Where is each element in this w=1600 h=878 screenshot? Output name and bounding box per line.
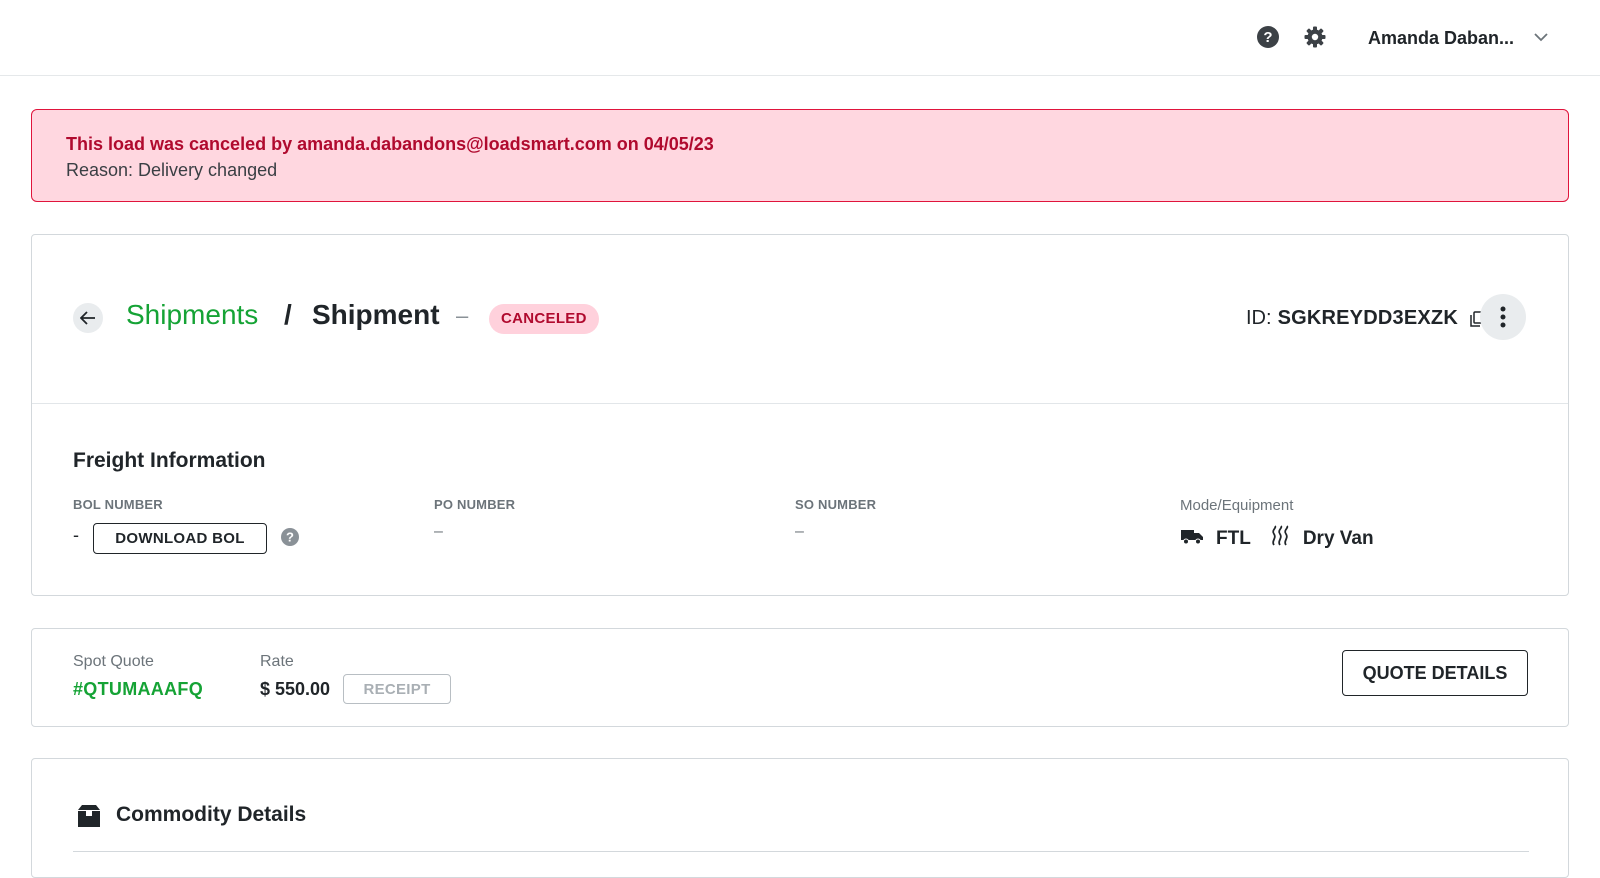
mode-equipment-label: Mode/Equipment bbox=[1180, 497, 1294, 514]
kebab-menu-icon bbox=[1500, 306, 1506, 328]
po-label: PO NUMBER bbox=[434, 497, 516, 512]
id-value: SGKREYDD3EXZK bbox=[1277, 307, 1458, 329]
po-value: – bbox=[434, 523, 443, 540]
quote-card: Spot Quote #QTUMAAAFQ Rate $ 550.00 RECE… bbox=[31, 628, 1569, 727]
mode-equipment-value: FTL Dry Van bbox=[1180, 525, 1374, 553]
commodity-details-title: Commodity Details bbox=[116, 803, 307, 826]
truck-icon bbox=[1180, 527, 1204, 551]
download-bol-button[interactable]: DOWNLOAD BOL bbox=[93, 523, 267, 554]
back-button[interactable] bbox=[73, 303, 103, 333]
so-label: SO NUMBER bbox=[795, 497, 877, 512]
user-menu[interactable]: Amanda Daban... bbox=[1368, 24, 1548, 52]
status-badge: CANCELED bbox=[489, 304, 599, 334]
help-circle-icon[interactable]: ? bbox=[1256, 25, 1280, 49]
title-dash: – bbox=[456, 303, 469, 328]
shipment-header: Shipments / Shipment – CANCELED ID: SGKR… bbox=[32, 235, 1568, 404]
freight-info-title: Freight Information bbox=[73, 449, 266, 472]
shipment-card: Shipments / Shipment – CANCELED ID: SGKR… bbox=[31, 234, 1569, 596]
page-title: Shipment bbox=[312, 299, 440, 330]
user-name: Amanda Daban... bbox=[1368, 27, 1515, 48]
chevron-down-icon bbox=[1534, 29, 1548, 47]
so-value: – bbox=[795, 523, 804, 540]
rate-value: $ 550.00 bbox=[260, 679, 331, 699]
breadcrumb-shipments-link[interactable]: Shipments bbox=[126, 299, 258, 331]
quote-details-button[interactable]: QUOTE DETAILS bbox=[1342, 650, 1528, 696]
gear-icon[interactable] bbox=[1303, 25, 1327, 49]
receipt-button[interactable]: RECEIPT bbox=[343, 674, 451, 704]
svg-text:?: ? bbox=[1263, 29, 1272, 46]
help-circle-icon[interactable]: ? bbox=[280, 527, 300, 547]
cancel-alert: This load was canceled by amanda.dabando… bbox=[31, 109, 1569, 202]
top-bar: ? Amanda Daban... bbox=[0, 0, 1600, 76]
alert-reason: Reason: Delivery changed bbox=[66, 160, 278, 180]
mode-value: FTL bbox=[1216, 528, 1251, 549]
arrow-left-icon bbox=[80, 311, 95, 325]
bol-value: - bbox=[73, 525, 79, 545]
svg-text:?: ? bbox=[286, 530, 294, 545]
package-icon bbox=[76, 804, 102, 828]
equipment-value: Dry Van bbox=[1302, 528, 1374, 549]
divider bbox=[73, 851, 1529, 852]
more-options-button[interactable] bbox=[1480, 294, 1526, 340]
rate-label: Rate bbox=[260, 653, 294, 670]
breadcrumb-separator: / bbox=[284, 299, 292, 330]
alert-title: This load was canceled by amanda.dabando… bbox=[66, 134, 714, 154]
spot-quote-link[interactable]: #QTUMAAAFQ bbox=[73, 679, 203, 700]
bol-label: BOL NUMBER bbox=[73, 497, 163, 512]
commodity-card: Commodity Details bbox=[31, 758, 1569, 878]
spot-quote-label: Spot Quote bbox=[73, 653, 154, 670]
id-label: ID: bbox=[1246, 307, 1272, 329]
shipment-id: ID: SGKREYDD3EXZK bbox=[1246, 307, 1486, 330]
heat-waves-icon bbox=[1269, 525, 1291, 553]
